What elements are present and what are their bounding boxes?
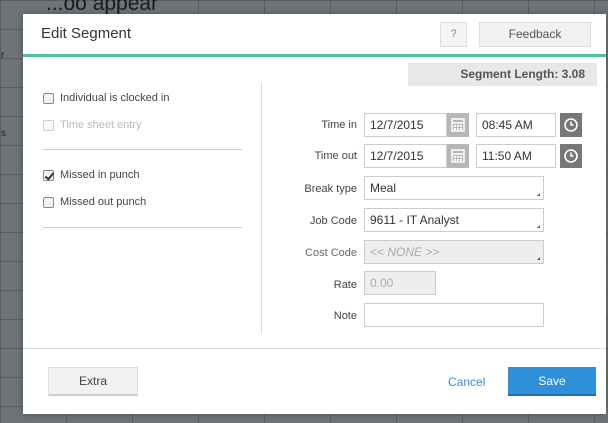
save-button[interactable]: Save <box>508 367 596 396</box>
checkbox-label: Missed out punch <box>60 196 147 208</box>
break-type-label: Break type <box>304 183 357 195</box>
divider <box>43 149 242 150</box>
job-code-label: Job Code <box>309 215 357 227</box>
time-in-date-input[interactable]: 12/7/2015 <box>364 113 447 137</box>
dialog-title: Edit Segment <box>41 25 132 42</box>
option-individual-clocked-in[interactable]: Individual is clocked in <box>43 92 169 104</box>
checkbox[interactable] <box>43 92 54 104</box>
cancel-link[interactable]: Cancel <box>448 375 485 389</box>
time-out-date-input[interactable]: 12/7/2015 <box>364 144 447 168</box>
checkbox-label: Time sheet entry <box>60 119 142 131</box>
rate-input: 0.00 <box>364 271 436 295</box>
clock-icon[interactable] <box>560 113 582 137</box>
time-in-time-input[interactable]: 08:45 AM <box>476 113 556 137</box>
job-code-select[interactable]: 9611 - IT Analyst <box>364 208 544 232</box>
calendar-icon[interactable] <box>447 113 469 137</box>
segment-length-badge: Segment Length: 3.08 <box>408 63 597 86</box>
calendar-icon[interactable] <box>447 144 469 168</box>
time-out-label: Time out <box>314 150 357 162</box>
checkbox-checked[interactable] <box>43 169 54 181</box>
extra-button[interactable]: Extra <box>48 367 138 396</box>
rate-label: Rate <box>333 279 357 291</box>
time-in-label: Time in <box>321 119 357 131</box>
option-missed-in-punch[interactable]: Missed in punch <box>43 169 140 181</box>
note-label: Note <box>333 310 357 322</box>
checkbox-label: Individual is clocked in <box>60 92 170 104</box>
help-button[interactable]: ? <box>440 22 467 47</box>
background-text: s <box>1 128 6 139</box>
cost-code-select: << NONE >> <box>364 240 544 264</box>
cost-code-label: Cost Code <box>305 247 357 259</box>
divider <box>43 227 242 228</box>
checkbox <box>43 119 54 131</box>
checkbox-label: Missed in punch <box>60 169 140 181</box>
clock-icon[interactable] <box>560 144 582 168</box>
break-type-select[interactable]: Meal <box>364 176 544 200</box>
feedback-button[interactable]: Feedback <box>479 22 591 47</box>
option-time-sheet-entry: Time sheet entry <box>43 119 142 131</box>
note-input[interactable] <box>364 303 544 327</box>
time-out-time-input[interactable]: 11:50 AM <box>476 144 556 168</box>
dialog-header: Edit Segment ? Feedback <box>23 14 606 57</box>
edit-segment-dialog: Edit Segment ? Feedback Segment Length: … <box>23 14 606 414</box>
footer-divider <box>23 348 606 349</box>
option-missed-out-punch[interactable]: Missed out punch <box>43 196 146 208</box>
checkbox[interactable] <box>43 196 54 208</box>
background-text: r <box>1 50 5 61</box>
